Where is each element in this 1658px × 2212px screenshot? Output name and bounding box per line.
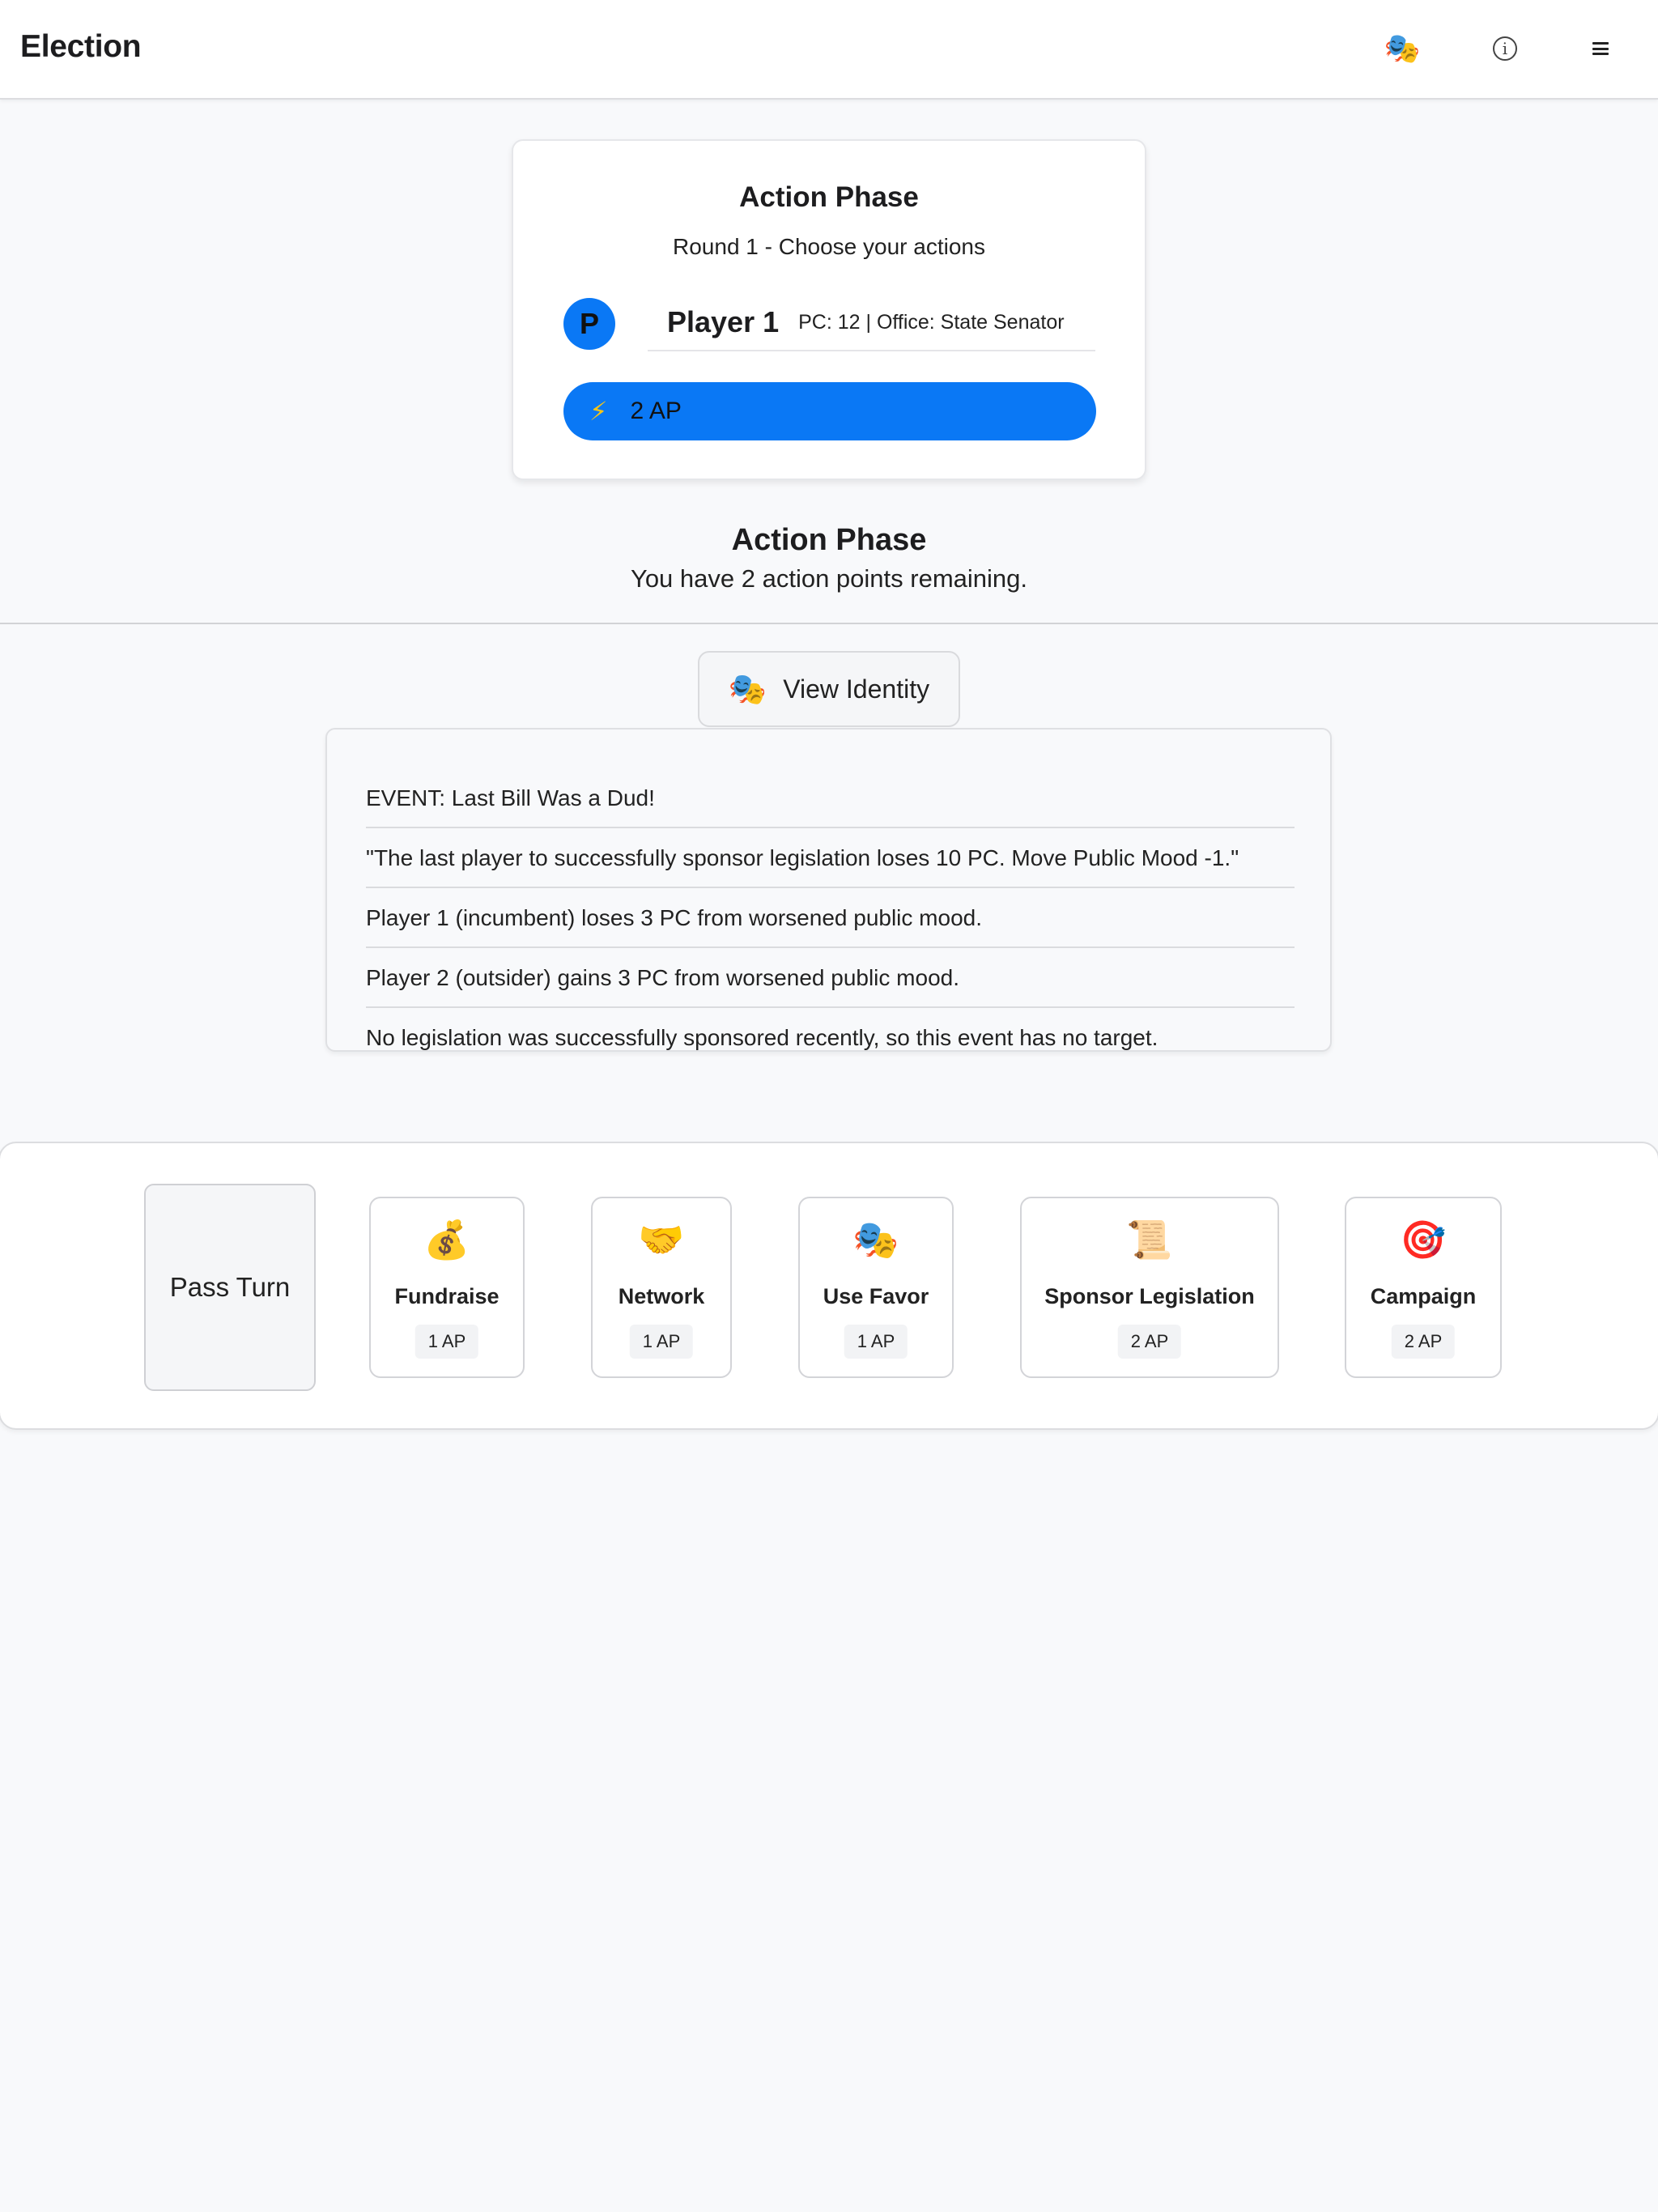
actions-panel: Pass Turn 💰 Fundraise 1 AP 🤝 Network 1 A… bbox=[0, 1142, 1658, 1430]
player-info-row: Player 1 PC: 12 | Office: State Senator bbox=[648, 295, 1095, 351]
lightning-bolt-icon: ⚡ bbox=[589, 396, 608, 427]
phase-subtitle: Round 1 - Choose your actions bbox=[673, 234, 985, 259]
player-name: Player 1 bbox=[667, 305, 780, 338]
action-points-value: 2 AP bbox=[630, 398, 682, 424]
section-divider bbox=[0, 623, 1658, 624]
money-bag-icon: 💰 bbox=[423, 1218, 470, 1261]
theater-mask-icon: 🎭 bbox=[728, 670, 767, 707]
event-log-line: Player 2 (outsider) gains 3 PC from wors… bbox=[366, 948, 1295, 1008]
app-title: Election bbox=[20, 29, 142, 64]
action-cost: 1 AP bbox=[844, 1325, 908, 1359]
menu-button[interactable] bbox=[1576, 24, 1625, 73]
event-log-line: EVENT: Last Bill Was a Dud! bbox=[366, 768, 1295, 828]
event-log-line: No legislation was successfully sponsore… bbox=[366, 1025, 1158, 1050]
action-cost: 1 AP bbox=[629, 1325, 694, 1359]
top-bar: Election 🎭 i bbox=[0, 0, 1658, 100]
pass-turn-button[interactable]: Pass Turn bbox=[144, 1184, 316, 1391]
sponsor-legislation-action-card[interactable]: 📜 Sponsor Legislation 2 AP bbox=[1020, 1197, 1279, 1378]
view-identity-button[interactable]: 🎭 View Identity bbox=[698, 651, 960, 727]
theater-mask-icon: 🎭 bbox=[852, 1218, 899, 1261]
player-stats: PC: 12 | Office: State Senator bbox=[798, 310, 1065, 334]
action-name: Campaign bbox=[1370, 1284, 1477, 1308]
scroll-icon: 📜 bbox=[1126, 1218, 1173, 1261]
action-cost: 2 AP bbox=[1117, 1325, 1182, 1359]
handshake-icon: 🤝 bbox=[638, 1218, 685, 1261]
info-icon: i bbox=[1493, 36, 1517, 61]
identity-mask-button[interactable]: 🎭 bbox=[1378, 24, 1426, 73]
action-cost: 2 AP bbox=[1391, 1325, 1456, 1359]
action-name: Fundraise bbox=[394, 1284, 500, 1308]
action-phase-heading: Action Phase bbox=[731, 523, 927, 557]
action-name: Sponsor Legislation bbox=[1044, 1284, 1255, 1308]
phase-card: Action Phase Round 1 - Choose your actio… bbox=[512, 139, 1146, 480]
theater-mask-icon: 🎭 bbox=[1384, 32, 1421, 66]
network-action-card[interactable]: 🤝 Network 1 AP bbox=[591, 1197, 732, 1378]
hamburger-menu-icon bbox=[1592, 42, 1609, 55]
action-name: Use Favor bbox=[823, 1284, 929, 1308]
info-button[interactable]: i bbox=[1481, 24, 1529, 73]
player-avatar: P bbox=[563, 298, 615, 350]
action-points-remaining-text: You have 2 action points remaining. bbox=[630, 564, 1028, 593]
campaign-action-card[interactable]: 🎯 Campaign 2 AP bbox=[1345, 1197, 1502, 1378]
target-icon: 🎯 bbox=[1400, 1218, 1447, 1261]
event-log-panel[interactable]: EVENT: Last Bill Was a Dud! "The last pl… bbox=[325, 728, 1332, 1052]
phase-title: Action Phase bbox=[739, 181, 919, 213]
action-cost: 1 AP bbox=[414, 1325, 479, 1359]
view-identity-label: View Identity bbox=[783, 674, 930, 704]
fundraise-action-card[interactable]: 💰 Fundraise 1 AP bbox=[369, 1197, 525, 1378]
event-log-line: "The last player to successfully sponsor… bbox=[366, 828, 1295, 888]
action-points-bar: ⚡ 2 AP bbox=[563, 382, 1096, 440]
event-log-line: Player 1 (incumbent) loses 3 PC from wor… bbox=[366, 888, 1295, 948]
use-favor-action-card[interactable]: 🎭 Use Favor 1 AP bbox=[798, 1197, 954, 1378]
action-name: Network bbox=[618, 1284, 705, 1308]
